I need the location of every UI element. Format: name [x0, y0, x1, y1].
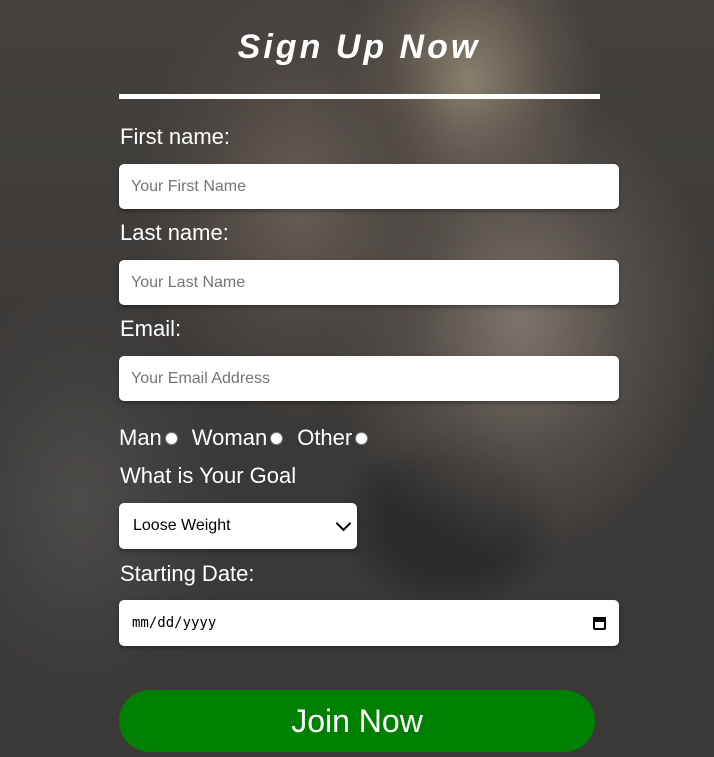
first-name-input[interactable]	[119, 164, 619, 209]
goal-selected-value: Loose Weight	[133, 517, 231, 534]
last-name-label: Last name:	[120, 220, 229, 245]
gender-option-woman[interactable]: Woman	[191, 425, 284, 451]
page-title: Sign Up Now	[237, 28, 481, 66]
last-name-input[interactable]	[119, 260, 619, 305]
start-date-input[interactable]: mm/dd/yyyy	[119, 600, 619, 646]
gender-radio-woman[interactable]	[270, 431, 284, 445]
gender-option-label: Man	[119, 425, 162, 450]
gender-radio-group: Man Woman Other	[119, 424, 382, 452]
date-placeholder: mm/dd/yyyy	[132, 615, 217, 631]
start-date-label: Starting Date:	[120, 561, 255, 586]
title-divider	[119, 94, 600, 99]
gender-option-label: Woman	[191, 425, 268, 450]
first-name-label: First name:	[120, 124, 231, 149]
gender-radio-man[interactable]	[164, 431, 178, 445]
gender-option-other[interactable]: Other	[297, 425, 369, 451]
gender-radio-other[interactable]	[355, 431, 369, 445]
chevron-down-icon	[335, 515, 352, 532]
email-input[interactable]	[119, 356, 619, 401]
goal-select[interactable]: Loose Weight	[119, 503, 357, 549]
calendar-icon[interactable]	[593, 616, 606, 630]
gender-option-man[interactable]: Man	[119, 425, 178, 451]
email-label: Email:	[120, 316, 182, 341]
join-now-button[interactable]: Join Now	[119, 690, 595, 752]
gender-option-label: Other	[297, 425, 353, 450]
goal-label: What is Your Goal	[120, 463, 297, 488]
